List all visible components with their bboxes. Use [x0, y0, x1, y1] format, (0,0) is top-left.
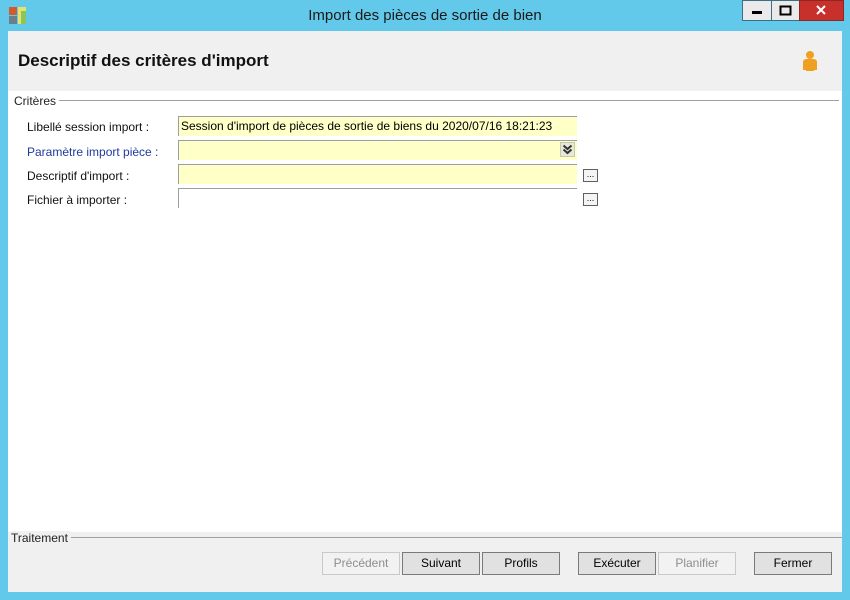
schedule-button[interactable]: Planifier [658, 552, 736, 575]
maximize-button[interactable] [771, 0, 800, 21]
page-title: Descriptif des critères d'import [18, 51, 269, 70]
treatment-divider [65, 537, 842, 538]
close-button[interactable]: Fermer [754, 552, 832, 575]
window-title: Import des pièces de sortie de bien [308, 7, 542, 24]
import-descriptor-input[interactable] [178, 164, 577, 184]
dialog-content: Descriptif des critères d'import Critère… [8, 31, 842, 592]
previous-button[interactable]: Précédent [322, 552, 400, 575]
user-icon[interactable] [800, 50, 820, 72]
import-parameter-select[interactable] [178, 140, 577, 160]
close-icon [816, 5, 826, 15]
field-label-import-descriptor: Descriptif d'import : [27, 169, 130, 183]
session-label-input[interactable]: Session d'import de pièces de sortie de … [178, 116, 577, 136]
file-browse-button[interactable]: ... [583, 193, 598, 206]
page-header: Descriptif des critères d'import [8, 31, 842, 91]
field-label-import-parameter[interactable]: Paramètre import pièce : [27, 145, 158, 159]
maximize-icon [779, 5, 792, 16]
application-window: Import des pièces de sortie de bien Desc… [0, 0, 850, 600]
profiles-button[interactable]: Profils [482, 552, 560, 575]
minimize-button[interactable] [742, 0, 772, 21]
execute-button[interactable]: Exécuter [578, 552, 656, 575]
file-to-import-input[interactable] [178, 188, 577, 208]
criteria-group-label: Critères [14, 94, 60, 108]
criteria-divider [48, 100, 839, 101]
title-bar[interactable]: Import des pièces de sortie de bien [0, 0, 850, 31]
field-label-file: Fichier à importer : [27, 193, 128, 207]
chevron-double-down-icon [562, 144, 573, 155]
field-label-session: Libellé session import : [27, 120, 150, 134]
close-window-button[interactable] [799, 0, 844, 21]
next-button[interactable]: Suivant [402, 552, 480, 575]
treatment-group-label: Traitement [11, 531, 71, 545]
import-parameter-dropdown-button[interactable] [560, 142, 575, 157]
import-descriptor-browse-button[interactable]: ... [583, 169, 598, 182]
minimize-icon [752, 11, 762, 14]
